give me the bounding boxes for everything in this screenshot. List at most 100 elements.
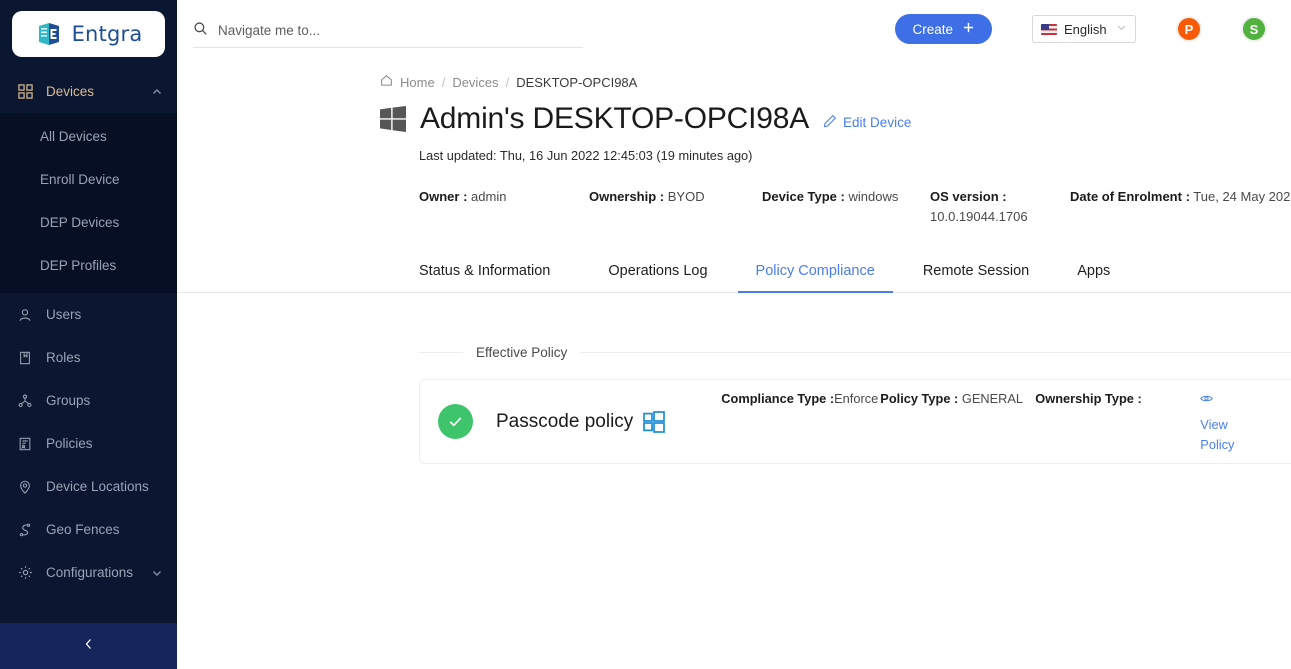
brand-name: Entgra	[71, 22, 143, 46]
sidebar: Entgra Devices All Devices Enroll Device…	[0, 0, 177, 669]
sidebar-item-device-locations[interactable]: Device Locations	[0, 465, 177, 508]
breadcrumb: Home / Devices / DESKTOP-OPCI98A	[177, 58, 1291, 90]
geo-fence-icon	[18, 523, 38, 537]
chevron-up-icon	[151, 86, 163, 98]
badge-p-label: P	[1184, 21, 1194, 37]
meta-key: Ownership :	[589, 189, 665, 204]
meta-owner: Owner : admin	[419, 187, 589, 227]
entgra-logo-icon	[35, 20, 63, 48]
create-button-label: Create	[912, 21, 953, 37]
search-box[interactable]	[193, 14, 583, 48]
topbar-actions: Create English P S	[895, 14, 1291, 44]
policy-compliance-type: Compliance Type :Enforce	[721, 389, 880, 409]
windows-logo-icon	[380, 106, 406, 132]
legend-label: Effective Policy	[476, 345, 568, 361]
language-value: English	[1064, 21, 1107, 37]
tab-policy-compliance[interactable]: Policy Compliance	[737, 251, 894, 294]
sidebar-item-dep-devices[interactable]: DEP Devices	[0, 201, 177, 244]
language-selector[interactable]: English	[1032, 15, 1136, 43]
legend-line-right	[580, 352, 1291, 354]
tab-apps[interactable]: Apps	[1059, 251, 1128, 292]
book-icon	[18, 351, 38, 365]
sidebar-item-label: Devices	[46, 84, 95, 99]
meta-value: windows	[848, 189, 899, 204]
meta-value: Tue, 24 May 2022	[1193, 189, 1291, 204]
policy-document-icon	[18, 437, 38, 451]
sidebar-item-label: Geo Fences	[46, 522, 120, 537]
page-content: Home / Devices / DESKTOP-OPCI98A Admin's…	[177, 58, 1291, 669]
sidebar-item-label: Groups	[46, 393, 91, 408]
policy-card[interactable]: Passcode policy Compliance Type:Enforce…	[419, 379, 1291, 465]
chevron-down-icon	[151, 567, 163, 579]
field-key: Compliance Type :	[721, 390, 835, 406]
breadcrumb-separator: /	[505, 74, 510, 90]
device-meta: Owner : admin Ownership : BYOD Device Ty…	[177, 163, 1291, 227]
meta-device-type: Device Type : windows	[762, 187, 930, 227]
meta-date-of-enrolment: Date of Enrolment : Tue, 24 May 2022	[1070, 187, 1291, 227]
tab-remote-session[interactable]: Remote Session	[905, 251, 1047, 292]
sidebar-subitem-label: DEP Profiles	[40, 258, 117, 273]
search-input[interactable]	[218, 23, 583, 38]
last-updated-text: Last updated: Thu, 16 Jun 2022 12:45:03 …	[419, 148, 753, 163]
badge-p[interactable]: P	[1176, 16, 1202, 42]
field-key: Policy Type :	[880, 390, 959, 406]
sidebar-subitem-label: All Devices	[40, 129, 107, 144]
effective-policy-legend: Effective Policy	[419, 345, 1291, 360]
sidebar-subitem-label: Enroll Device	[40, 172, 120, 187]
topbar: Create English	[177, 0, 1291, 58]
check-circle-icon	[438, 404, 473, 440]
windows-logo-blue-icon	[643, 410, 666, 433]
device-tabs: Status & Information Operations Log Poli…	[177, 251, 1291, 294]
sidebar-item-policies[interactable]: Policies	[0, 422, 177, 465]
sidebar-item-dep-profiles[interactable]: DEP Profiles	[0, 244, 177, 287]
main-area: Create English	[177, 0, 1291, 669]
sidebar-subitem-label: DEP Devices	[40, 215, 120, 230]
meta-ownership: Ownership : BYOD	[589, 187, 762, 227]
sidebar-item-users[interactable]: Users	[0, 293, 177, 336]
sidebar-item-configurations[interactable]: Configurations	[0, 551, 177, 594]
view-policy-link[interactable]: View Policy	[1200, 389, 1256, 455]
breadcrumb-devices[interactable]: Devices	[452, 75, 498, 90]
sidebar-item-label: Policies	[46, 436, 93, 451]
breadcrumb-current: DESKTOP-OPCI98A	[516, 74, 638, 90]
meta-key: Date of Enrolment :	[1070, 189, 1190, 204]
policy-name-label: Passcode policy	[496, 410, 634, 432]
breadcrumb-separator: /	[441, 74, 446, 90]
sidebar-item-geo-fences[interactable]: Geo Fences	[0, 508, 177, 551]
tab-status-information[interactable]: Status & Information	[419, 251, 568, 292]
policy-card-fields: Compliance Type :Enforce Policy Type : G…	[721, 389, 1256, 455]
create-button[interactable]: Create	[895, 14, 992, 44]
sidebar-item-groups[interactable]: Groups	[0, 379, 177, 422]
sidebar-collapse-button[interactable]	[0, 623, 177, 669]
field-key: Ownership Type :	[1035, 390, 1142, 406]
meta-os-version: OS version : 10.0.19044.1706	[930, 187, 1070, 227]
sidebar-nav: Devices All Devices Enroll Device DEP De…	[0, 70, 177, 623]
sidebar-item-roles[interactable]: Roles	[0, 336, 177, 379]
grid-icon	[18, 84, 38, 99]
sidebar-item-label: Device Locations	[46, 479, 149, 494]
meta-value: 10.0.19044.1706	[930, 209, 1028, 225]
chevron-left-icon	[82, 637, 96, 656]
meta-key: Device Type :	[762, 189, 845, 204]
plus-icon	[962, 21, 975, 37]
meta-key: OS version :	[930, 189, 1007, 204]
meta-key: Owner :	[419, 189, 468, 204]
sidebar-item-devices[interactable]: Devices	[0, 70, 177, 113]
policy-ownership-type: Ownership Type :	[1035, 389, 1200, 409]
meta-value: BYOD	[667, 189, 705, 204]
sidebar-item-label: Users	[46, 307, 82, 322]
brand-logo[interactable]: Entgra	[0, 0, 177, 57]
edit-device-button[interactable]: Edit Device	[823, 114, 911, 131]
badge-s[interactable]: S	[1241, 16, 1267, 42]
sidebar-item-all-devices[interactable]: All Devices	[0, 115, 177, 158]
home-icon	[380, 74, 393, 90]
page-header: Admin's DESKTOP-OPCI98A Edit Device	[177, 90, 1291, 136]
eye-icon	[1200, 391, 1214, 411]
meta-value: admin	[471, 189, 507, 204]
field-value: Enforce	[834, 390, 879, 406]
breadcrumb-home[interactable]: Home	[400, 75, 435, 90]
view-policy-label: View Policy	[1200, 417, 1235, 453]
tab-operations-log[interactable]: Operations Log	[590, 251, 725, 292]
sidebar-item-enroll-device[interactable]: Enroll Device	[0, 158, 177, 201]
policy-type: Policy Type : GENERAL	[880, 389, 1035, 409]
